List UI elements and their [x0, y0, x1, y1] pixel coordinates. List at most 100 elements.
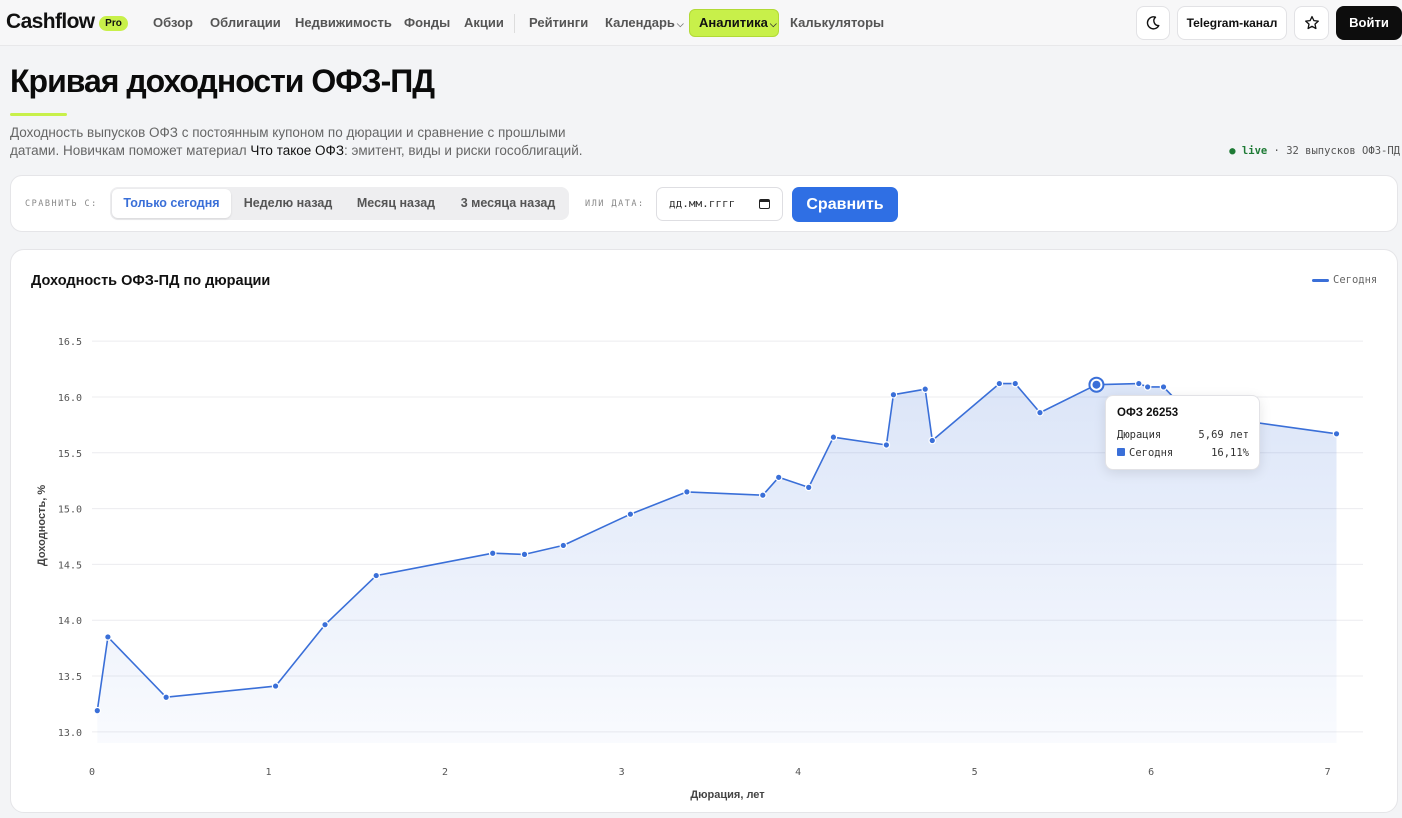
tooltip-duration-label: Дюрация: [1117, 429, 1162, 441]
data-point[interactable]: [928, 436, 937, 445]
live-indicator: ● live: [1229, 145, 1268, 157]
nav-analytics[interactable]: Аналитика ⌵: [689, 9, 779, 37]
data-point[interactable]: [1332, 430, 1341, 438]
tooltip-duration-row: Дюрация 5,69 лет: [1117, 429, 1249, 441]
page-description: Доходность выпусков ОФЗ с постоянным куп…: [10, 124, 610, 160]
data-point[interactable]: [1159, 383, 1168, 391]
status-separator: ·: [1273, 145, 1280, 157]
tooltip-title: ОФЗ 26253: [1117, 407, 1179, 419]
data-point[interactable]: [882, 441, 891, 449]
data-point[interactable]: [520, 550, 529, 559]
title-accent-underline: [10, 113, 67, 116]
nav-divider: [514, 14, 515, 33]
page-title: Кривая доходности ОФЗ-ПД: [10, 63, 435, 99]
data-point[interactable]: [1135, 379, 1143, 388]
data-point[interactable]: [995, 379, 1004, 388]
compare-label: СРАВНИТЬ С:: [25, 199, 98, 209]
data-point[interactable]: [921, 385, 930, 393]
data-point[interactable]: [1011, 379, 1020, 388]
nav-analytics-label: Аналитика: [699, 15, 768, 30]
pro-badge: Pro: [99, 16, 128, 31]
tooltip-yield-value: 16,11%: [1211, 447, 1249, 459]
nav-real-estate[interactable]: Недвижимость: [295, 15, 392, 30]
what-is-ofz-link[interactable]: Что такое ОФЗ: [250, 143, 344, 158]
chart-legend[interactable]: Сегодня: [1312, 274, 1377, 286]
compare-period-selector: Только сегодня Неделю назад Месяц назад …: [110, 187, 569, 220]
data-point[interactable]: [759, 491, 767, 500]
y-axis-label: Доходность, %: [36, 485, 48, 566]
compare-panel: СРАВНИТЬ С: Только сегодня Неделю назад …: [10, 175, 1398, 232]
chevron-down-icon: ⌵: [769, 19, 777, 29]
live-status: ● live · 32 выпусков ОФЗ-ПД: [1229, 145, 1400, 157]
tooltip-series-label: Сегодня: [1129, 447, 1174, 459]
tooltip-series-swatch: [1117, 448, 1125, 456]
data-point[interactable]: [889, 390, 898, 399]
chevron-down-icon: ⌵: [676, 19, 684, 29]
option-today-only[interactable]: Только сегодня: [112, 189, 231, 218]
data-point[interactable]: [104, 633, 112, 641]
x-tick-label: 3: [619, 767, 625, 778]
telegram-channel-button[interactable]: Telegram-канал: [1177, 6, 1287, 40]
option-week-ago[interactable]: Неделю назад: [234, 189, 342, 218]
y-tick-label: 14.0: [58, 616, 82, 627]
login-button[interactable]: Войти: [1336, 6, 1402, 40]
x-axis-label: Дюрация, лет: [690, 789, 765, 801]
data-point[interactable]: [162, 693, 170, 702]
y-tick-label: 16.5: [58, 337, 82, 348]
option-three-months-ago[interactable]: 3 месяца назад: [450, 189, 566, 218]
chart-tooltip: ОФЗ 26253 Дюрация 5,69 лет Сегодня 16,11…: [1105, 395, 1260, 470]
date-input[interactable]: дд.мм.гггг: [656, 187, 783, 221]
data-point[interactable]: [683, 488, 691, 496]
yield-curve-chart-card: 13.0 13.5 14.0 14.5 15.0 15.5 16.0 16.5 0 1 2 3 4 5 6 7…: [10, 249, 1398, 813]
tooltip-yield-row: Сегодня 16,11%: [1117, 447, 1249, 459]
data-point[interactable]: [372, 571, 381, 580]
date-placeholder: дд.мм.гггг: [669, 197, 736, 210]
x-tick-label: 6: [1148, 767, 1154, 778]
nav-funds[interactable]: Фонды: [404, 15, 450, 30]
legend-line-swatch: [1312, 278, 1329, 282]
top-navigation-bar: Cashflow Pro Обзор Облигации Недвижимост…: [0, 0, 1402, 46]
y-tick-label: 14.5: [58, 560, 82, 571]
data-point[interactable]: [93, 706, 102, 715]
data-point[interactable]: [626, 510, 635, 518]
description-text-end: : эмитент, виды и риски гособлигаций.: [343, 143, 583, 158]
y-tick-label: 15.0: [58, 505, 82, 516]
favorite-button[interactable]: [1294, 6, 1329, 40]
compare-button[interactable]: Сравнить: [792, 187, 898, 222]
star-icon: [1304, 15, 1319, 30]
nav-stocks[interactable]: Акции: [464, 15, 504, 30]
data-point[interactable]: [321, 620, 329, 629]
chart-title: Доходность ОФЗ-ПД по дюрации: [31, 273, 271, 289]
nav-calendar-label: Календарь: [605, 15, 675, 30]
theme-toggle-button[interactable]: [1136, 6, 1170, 40]
x-tick-label: 0: [89, 767, 95, 778]
data-point[interactable]: [271, 682, 280, 690]
legend-label-today: Сегодня: [1333, 274, 1378, 286]
nav-bonds[interactable]: Облигации: [210, 15, 281, 30]
x-tick-label: 4: [795, 767, 801, 778]
y-tick-label: 15.5: [58, 449, 82, 460]
site-logo[interactable]: Cashflow: [6, 10, 95, 34]
calendar-icon[interactable]: [759, 199, 770, 209]
yield-curve-chart[interactable]: 13.0 13.5 14.0 14.5 15.0 15.5 16.0 16.5 0 1 2 3 4 5 6 7…: [11, 250, 1398, 813]
data-point[interactable]: [1036, 408, 1044, 417]
x-tick-label: 7: [1325, 767, 1331, 778]
data-point[interactable]: [1143, 383, 1152, 391]
moon-icon: [1146, 16, 1160, 30]
nav-overview[interactable]: Обзор: [153, 15, 193, 30]
option-month-ago[interactable]: Месяц назад: [346, 189, 446, 218]
y-tick-label: 13.0: [58, 728, 82, 739]
data-point[interactable]: [559, 541, 568, 550]
data-point[interactable]: [488, 549, 497, 558]
y-tick-label: 16.0: [58, 393, 82, 404]
nav-calculators[interactable]: Калькуляторы: [790, 15, 884, 30]
highlighted-point[interactable]: [1092, 380, 1101, 389]
date-label: ИЛИ ДАТА:: [585, 199, 645, 209]
nav-calendar[interactable]: Календарь ⌵: [605, 15, 684, 30]
data-point[interactable]: [829, 433, 838, 441]
data-point[interactable]: [774, 473, 783, 482]
tooltip-duration-value: 5,69 лет: [1198, 429, 1249, 441]
data-point[interactable]: [804, 483, 813, 492]
x-tick-label: 2: [442, 767, 448, 778]
nav-ratings[interactable]: Рейтинги: [529, 15, 588, 30]
